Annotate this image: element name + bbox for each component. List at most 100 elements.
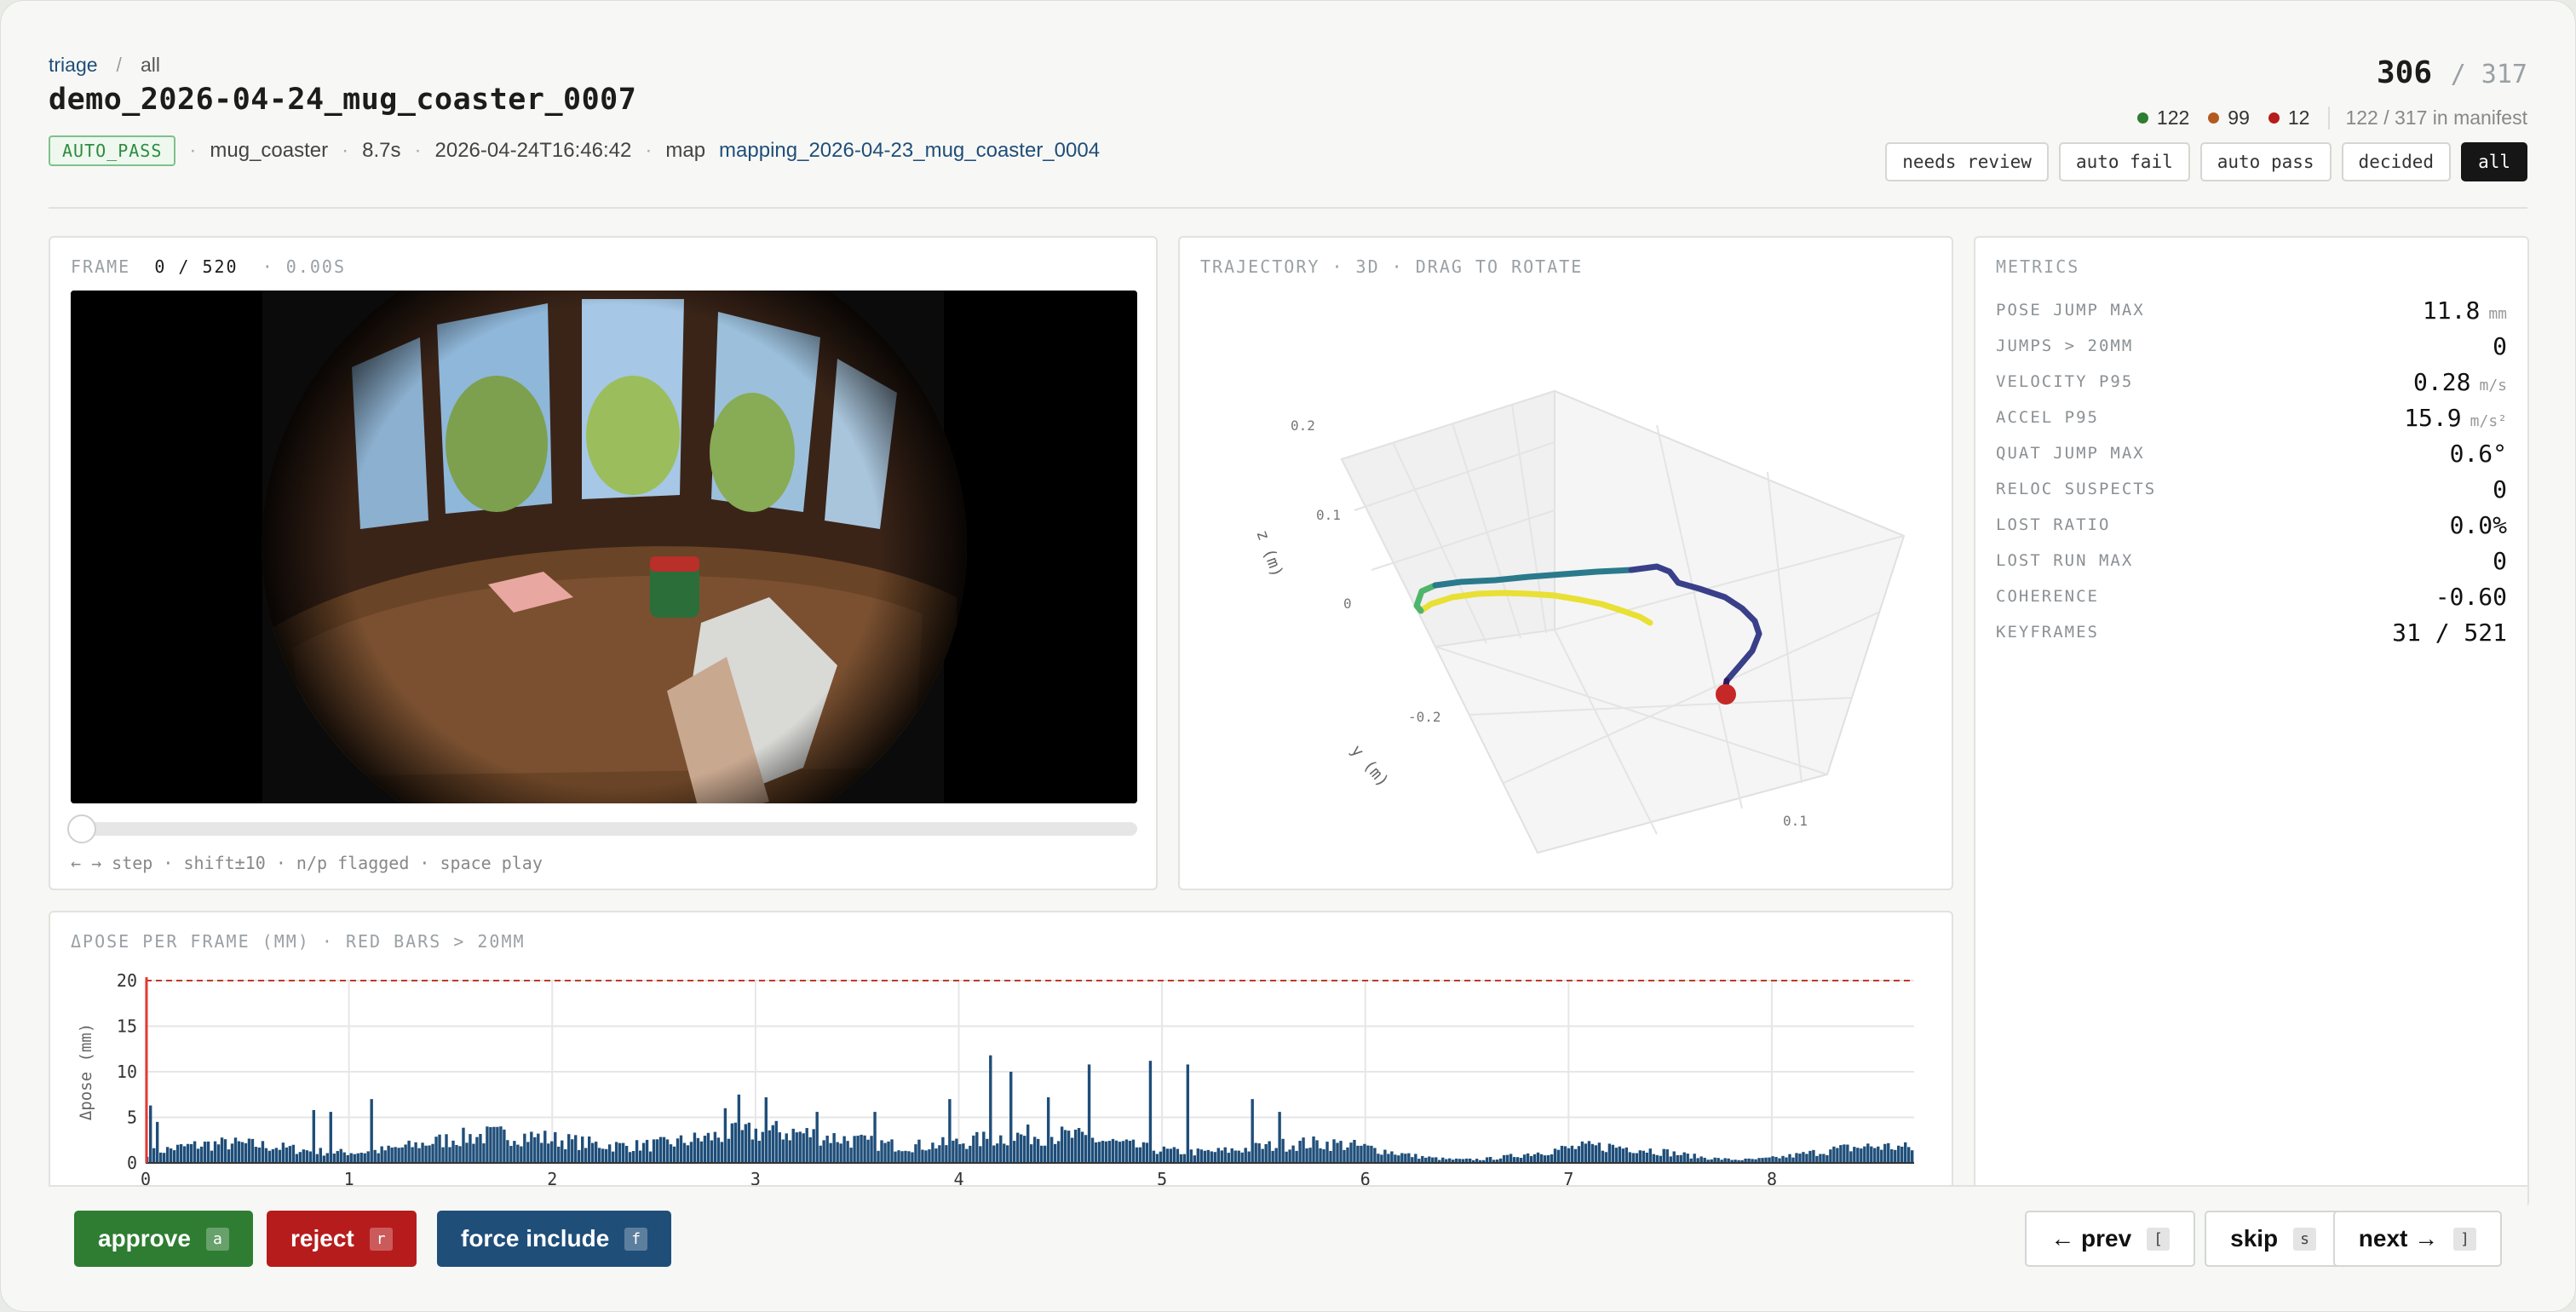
timestamp: 2026-04-24T16:46:42 [434, 139, 632, 162]
pose-bar [1155, 1154, 1159, 1163]
scrubber-handle[interactable] [67, 814, 96, 843]
pose-bar [1114, 1140, 1118, 1163]
pose-bar [308, 1151, 313, 1163]
pose-bar [989, 1055, 992, 1163]
pose-bar [1196, 1148, 1200, 1163]
action-bar: approve a reject r force include f ← pre… [49, 1185, 2527, 1286]
y-tick-0: -0.2 [1408, 709, 1441, 725]
pose-bar [1377, 1154, 1380, 1163]
prev-button[interactable]: ← prev [ [2025, 1211, 2195, 1267]
pose-bar [1373, 1148, 1377, 1163]
pose-bar [611, 1151, 615, 1163]
pose-bar [363, 1153, 366, 1163]
camera-frame-image [71, 291, 1137, 803]
filter-needs-review[interactable]: needs review [1885, 142, 2049, 181]
pose-bar [757, 1140, 762, 1163]
stat-pass: 122 [2136, 106, 2189, 129]
pose-bar [1563, 1146, 1567, 1163]
frame-scrubber[interactable] [67, 814, 1137, 843]
map-link[interactable]: mapping_2026-04-23_mug_coaster_0004 [719, 139, 1100, 163]
pose-bar [648, 1151, 653, 1163]
pose-bar [1247, 1151, 1251, 1163]
pose-bar [216, 1144, 221, 1163]
pose-bar [969, 1145, 972, 1163]
pose-bar [1030, 1144, 1033, 1163]
pose-bar [1383, 1149, 1387, 1163]
pose-bar [312, 1109, 316, 1163]
pose-bar [618, 1142, 622, 1163]
pose-bar [774, 1120, 778, 1163]
metric-row: JUMPS > 20MM 0 [1996, 328, 2507, 364]
stat-reject-count: 12 [2287, 106, 2310, 129]
trajectory-3d-plot[interactable]: 0.2 0.1 0 -0.2 0.1 z (m) y (m) [1180, 272, 1952, 885]
pose-bar [1009, 1072, 1013, 1163]
pose-bar [264, 1148, 268, 1163]
metric-value-wrap: 0 [2493, 547, 2507, 575]
pose-bar [1894, 1149, 1897, 1163]
pose-bar [829, 1142, 832, 1163]
pose-bar [152, 1148, 156, 1163]
pose-bar [1295, 1150, 1298, 1163]
pose-bar [1390, 1151, 1394, 1163]
pose-bar [267, 1150, 272, 1163]
next-button[interactable]: next → ] [2332, 1211, 2502, 1267]
metric-value-wrap: 0.28 m/s [2413, 368, 2507, 396]
pose-bar [387, 1145, 390, 1163]
pose-bar [1512, 1157, 1516, 1163]
pose-bar [329, 1112, 332, 1163]
pose-bar [1774, 1156, 1778, 1163]
skip-button[interactable]: skip s [2205, 1211, 2342, 1267]
pose-bar [1645, 1152, 1649, 1163]
pose-bar [1904, 1142, 1907, 1163]
pose-bar [1319, 1148, 1322, 1163]
pose-bar [1305, 1148, 1308, 1163]
pose-bar [1237, 1150, 1240, 1163]
pose-bar [448, 1147, 451, 1163]
pose-bar [165, 1147, 170, 1163]
pose-bar [965, 1148, 969, 1163]
pose-bar [962, 1143, 965, 1163]
pose-bar [1397, 1155, 1400, 1163]
pose-bar [1529, 1155, 1533, 1163]
pose-bar [1285, 1151, 1288, 1163]
metric-row: POSE JUMP MAX 11.8 mm [1996, 292, 2507, 328]
pose-bar [1353, 1139, 1356, 1163]
force-include-button[interactable]: force include f [437, 1211, 672, 1267]
approve-button[interactable]: approve a [74, 1211, 253, 1267]
pose-bar [1329, 1150, 1332, 1163]
pose-bar [815, 1112, 819, 1163]
pose-bar [1631, 1153, 1636, 1163]
filter-auto-pass[interactable]: auto pass [2199, 142, 2332, 181]
pose-bar [982, 1131, 986, 1163]
pose-bar [1394, 1154, 1397, 1163]
pose-bar [1672, 1151, 1676, 1163]
filter-all[interactable]: all [2461, 142, 2527, 181]
pose-delta-chart[interactable]: 051015200 1 2 3 4 5 6 7 8Δpose (mm) [50, 952, 1952, 1207]
pose-bar [1268, 1141, 1271, 1163]
pose-bar [1288, 1149, 1291, 1163]
pose-bar [339, 1148, 342, 1163]
pose-bar [1573, 1148, 1578, 1163]
breadcrumb-separator: / [116, 54, 122, 76]
breadcrumb-triage-link[interactable]: triage [49, 54, 98, 77]
pose-bar [1836, 1148, 1839, 1163]
filter-decided[interactable]: decided [2341, 142, 2452, 181]
pose-bar [866, 1139, 870, 1163]
pose-bar [1131, 1139, 1136, 1163]
pose-bar [1165, 1148, 1170, 1163]
filter-auto-fail[interactable]: auto fail [2058, 142, 2190, 181]
pose-bar [941, 1136, 945, 1163]
pose-bar [979, 1146, 982, 1163]
metric-value-wrap: -0.60 [2435, 583, 2507, 611]
pose-bar [479, 1133, 482, 1163]
reject-button[interactable]: reject r [267, 1211, 417, 1267]
pose-bar [1046, 1096, 1050, 1163]
pose-bar [1887, 1142, 1890, 1163]
pose-bar [1611, 1144, 1615, 1163]
pose-bar [1877, 1146, 1880, 1163]
pose-bar [1522, 1154, 1527, 1163]
pose-bar [621, 1142, 625, 1163]
pose-bar [1182, 1154, 1187, 1163]
pose-bar [1771, 1156, 1774, 1163]
pose-bar [465, 1142, 469, 1163]
